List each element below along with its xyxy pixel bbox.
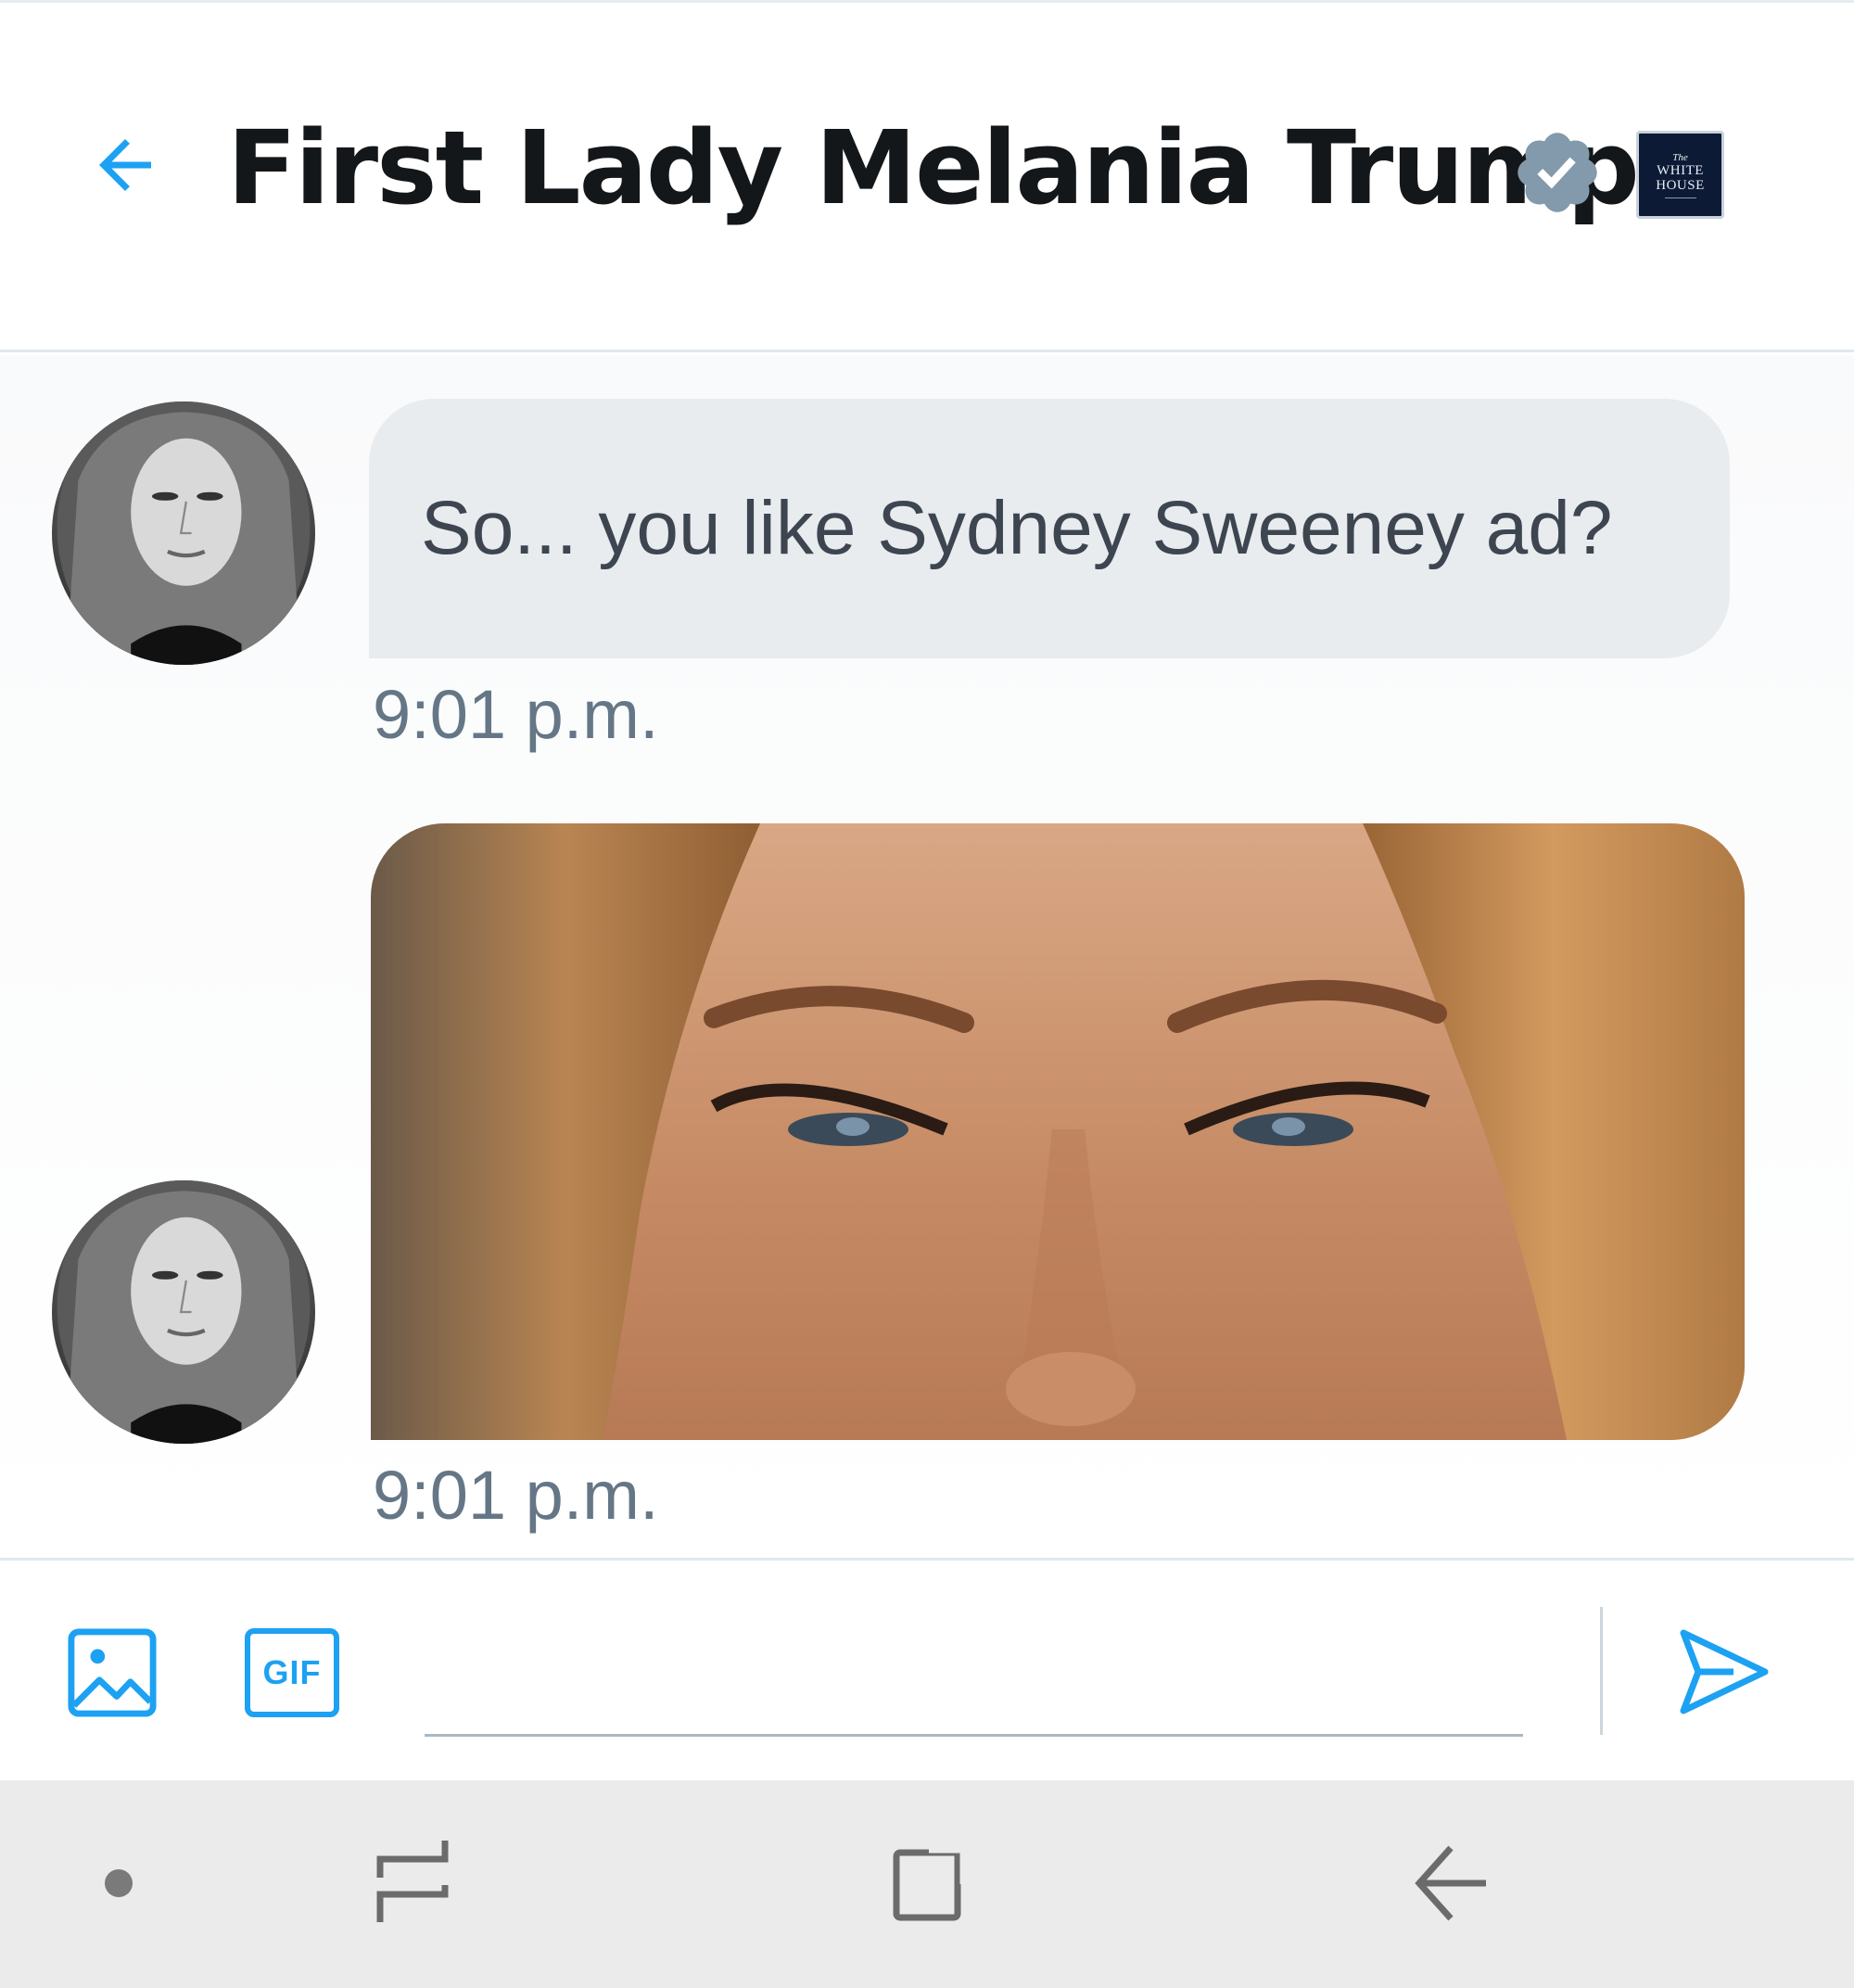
- message-text: So... you like Sydney Sweeney ad?: [421, 486, 1613, 570]
- message-input[interactable]: [425, 1598, 1523, 1737]
- gif-button[interactable]: GIF: [245, 1628, 339, 1717]
- verified-badge-icon: [1517, 133, 1597, 212]
- send-icon: [1680, 1629, 1769, 1714]
- system-navigation-bar: [0, 1780, 1854, 1988]
- send-button[interactable]: [1678, 1625, 1771, 1718]
- back-arrow-icon: [99, 139, 151, 191]
- avatar[interactable]: [52, 401, 315, 665]
- avatar[interactable]: [52, 1180, 315, 1444]
- message-timestamp: 9:01 p.m.: [373, 676, 659, 753]
- message-composer: GIF: [0, 1558, 1854, 1780]
- image-icon: [68, 1628, 157, 1717]
- conversation-header: First Lady Melania Trump The WHITE HOUSE: [0, 0, 1854, 352]
- gif-icon: GIF: [262, 1653, 322, 1691]
- message-timestamp: 9:01 p.m.: [373, 1457, 659, 1534]
- page-title: First Lady Melania Trump: [227, 108, 1640, 227]
- nav-back-icon[interactable]: [1414, 1843, 1488, 1923]
- white-house-logo: The WHITE HOUSE: [1636, 131, 1724, 219]
- dm-conversation-screen: First Lady Melania Trump The WHITE HOUSE: [0, 0, 1854, 1988]
- composer-divider: [1600, 1607, 1603, 1735]
- nav-dot-icon[interactable]: [104, 1868, 133, 1898]
- message-photo[interactable]: [371, 823, 1745, 1440]
- back-button[interactable]: [83, 123, 167, 207]
- recent-apps-icon[interactable]: [371, 1841, 454, 1924]
- home-icon[interactable]: [892, 1843, 968, 1923]
- message-bubble[interactable]: So... you like Sydney Sweeney ad?: [369, 399, 1730, 658]
- add-photo-button[interactable]: [67, 1627, 158, 1718]
- message-list: So... you like Sydney Sweeney ad? 9:01 p…: [0, 355, 1854, 1558]
